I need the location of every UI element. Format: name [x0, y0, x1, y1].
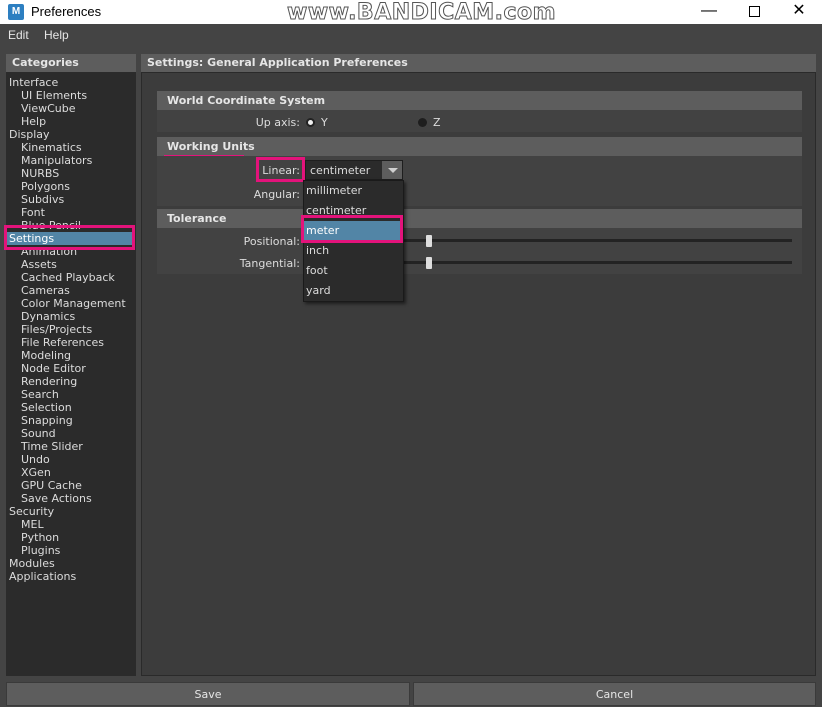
- menu-edit[interactable]: Edit: [8, 28, 29, 42]
- category-item-viewcube[interactable]: ViewCube: [21, 102, 76, 115]
- category-item-gpu-cache[interactable]: GPU Cache: [21, 479, 82, 492]
- category-item-search[interactable]: Search: [21, 388, 59, 401]
- tangential-slider-handle[interactable]: [426, 257, 432, 269]
- title-bar: M Preferences www.BANDICAM.com — ✕: [0, 0, 822, 26]
- category-item-manipulators[interactable]: Manipulators: [21, 154, 92, 167]
- angular-label: Angular:: [253, 188, 300, 201]
- category-item-subdivs[interactable]: Subdivs: [21, 193, 64, 206]
- unit-option-foot[interactable]: foot: [304, 261, 403, 281]
- unit-option-yard[interactable]: yard: [304, 281, 403, 301]
- category-item-snapping[interactable]: Snapping: [21, 414, 73, 427]
- category-item-save-actions[interactable]: Save Actions: [21, 492, 92, 505]
- category-item-files-projects[interactable]: Files/Projects: [21, 323, 92, 336]
- category-item-font[interactable]: Font: [21, 206, 45, 219]
- category-item-plugins[interactable]: Plugins: [21, 544, 60, 557]
- category-item-color-management[interactable]: Color Management: [21, 297, 126, 310]
- up-axis-z-radio[interactable]: [418, 118, 427, 127]
- category-item-xgen[interactable]: XGen: [21, 466, 51, 479]
- category-item-undo[interactable]: Undo: [21, 453, 50, 466]
- category-item-security[interactable]: Security: [9, 505, 54, 518]
- world-coordinate-section[interactable]: World Coordinate System: [157, 91, 802, 110]
- minimize-button[interactable]: —: [686, 0, 732, 24]
- unit-option-inch[interactable]: inch: [304, 241, 403, 261]
- categories-header: Categories: [6, 54, 136, 72]
- unit-option-millimeter[interactable]: millimeter: [304, 181, 403, 201]
- category-item-modules[interactable]: Modules: [9, 557, 55, 570]
- maximize-button[interactable]: [731, 0, 777, 24]
- category-item-kinematics[interactable]: Kinematics: [21, 141, 82, 154]
- category-item-interface[interactable]: Interface: [9, 76, 58, 89]
- category-item-node-editor[interactable]: Node Editor: [21, 362, 86, 375]
- positional-slider-handle[interactable]: [426, 235, 432, 247]
- category-item-cameras[interactable]: Cameras: [21, 284, 70, 297]
- working-units-section[interactable]: Working Units: [157, 137, 802, 156]
- category-item-help[interactable]: Help: [21, 115, 46, 128]
- tangential-slider-track[interactable]: [400, 261, 792, 264]
- menu-help[interactable]: Help: [44, 28, 69, 42]
- category-item-dynamics[interactable]: Dynamics: [21, 310, 75, 323]
- dropdown-arrow-button[interactable]: [382, 161, 402, 179]
- close-button[interactable]: ✕: [776, 0, 822, 24]
- up-axis-y-label: Y: [321, 116, 328, 129]
- category-item-modeling[interactable]: Modeling: [21, 349, 71, 362]
- categories-list: Interface UI Elements ViewCube Help Display K…: [6, 72, 136, 676]
- linear-unit-dropdown[interactable]: centimeter: [305, 160, 403, 180]
- chevron-down-icon: [388, 168, 398, 173]
- cancel-button[interactable]: Cancel: [413, 682, 816, 706]
- maximize-icon: [748, 6, 760, 17]
- linear-unit-value: centimeter: [310, 164, 371, 177]
- positional-slider-track[interactable]: [400, 239, 792, 242]
- category-item-assets[interactable]: Assets: [21, 258, 57, 271]
- category-item-rendering[interactable]: Rendering: [21, 375, 77, 388]
- watermark: www.BANDICAM.com: [286, 0, 557, 26]
- category-item-sound[interactable]: Sound: [21, 427, 56, 440]
- linear-highlight-box: [256, 157, 305, 182]
- meter-highlight-box: [301, 215, 403, 243]
- category-item-selection[interactable]: Selection: [21, 401, 72, 414]
- window-title: Preferences: [31, 4, 102, 19]
- category-item-nurbs[interactable]: NURBS: [21, 167, 59, 180]
- up-axis-y-radio[interactable]: [306, 118, 315, 127]
- category-item-mel[interactable]: MEL: [21, 518, 44, 531]
- category-item-file-references[interactable]: File References: [21, 336, 104, 349]
- settings-header: Settings: General Application Preference…: [141, 54, 816, 72]
- up-axis-label: Up axis:: [255, 116, 300, 129]
- category-item-python[interactable]: Python: [21, 531, 59, 544]
- category-item-display[interactable]: Display: [9, 128, 50, 141]
- settings-highlight-box: [4, 225, 135, 250]
- save-button[interactable]: Save: [6, 682, 410, 706]
- category-item-cached-playback[interactable]: Cached Playback: [21, 271, 115, 284]
- category-item-applications[interactable]: Applications: [9, 570, 76, 583]
- category-item-time-slider[interactable]: Time Slider: [21, 440, 83, 453]
- up-axis-z-label: Z: [433, 116, 441, 129]
- tolerance-section[interactable]: Tolerance: [157, 209, 802, 228]
- menu-bar: Edit Help: [0, 24, 822, 46]
- maya-app-icon: M: [8, 4, 24, 20]
- category-item-ui-elements[interactable]: UI Elements: [21, 89, 87, 102]
- positional-label: Positional:: [243, 235, 300, 248]
- category-item-polygons[interactable]: Polygons: [21, 180, 70, 193]
- tangential-label: Tangential:: [239, 257, 300, 270]
